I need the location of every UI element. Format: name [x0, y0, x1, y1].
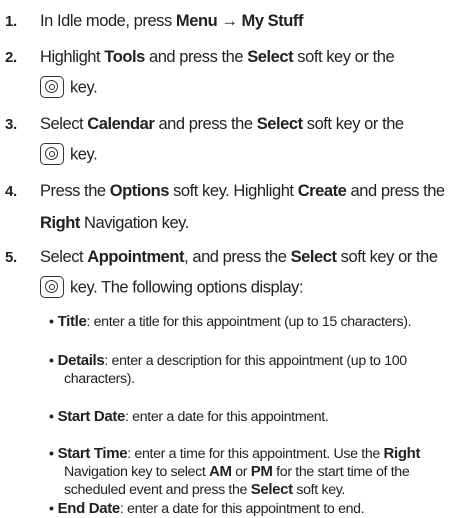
option-item-continuation: scheduled event and press the Select sof…: [64, 481, 345, 499]
text-run: Select: [40, 115, 88, 133]
text-run: In Idle mode, press: [40, 12, 176, 30]
emphasis-term: PM: [250, 463, 273, 480]
text-run: key. The following options display:: [70, 278, 304, 297]
bullet-icon: •: [49, 446, 54, 462]
emphasis-term: Right: [40, 214, 80, 232]
step-number: 1.: [5, 13, 17, 30]
option-item: • Details: enter a description for this a…: [49, 352, 407, 370]
emphasis-term: Tools: [104, 48, 145, 66]
step-line: Highlight Tools and press the Select sof…: [40, 47, 395, 67]
step-line: key.: [40, 76, 98, 99]
bullet-icon: •: [49, 353, 54, 369]
text-run: soft key or the: [302, 115, 404, 133]
text-run: : enter a time for this appointment. Use…: [127, 446, 384, 462]
text-run: or: [231, 464, 251, 480]
step-line: key. The following options display:: [40, 276, 304, 299]
text-run: : enter a date for this appointment to e…: [119, 501, 365, 517]
step-number: 3.: [5, 116, 17, 133]
step-number: 4.: [5, 183, 17, 200]
step-number: 5.: [5, 249, 17, 266]
emphasis-term: Title: [57, 313, 87, 330]
text-run: key.: [70, 78, 98, 97]
text-run: and press the: [346, 182, 446, 200]
step-line: Press the Options soft key. Highlight Cr…: [40, 181, 445, 201]
emphasis-term: Options: [109, 182, 170, 200]
emphasis-term: Start Date: [57, 408, 126, 425]
instruction-page: 1. In Idle mode, press Menu → My Stuff 2. H…: [0, 0, 470, 517]
step-line: Select Calendar and press the Select sof…: [40, 114, 404, 134]
text-run: Select: [40, 248, 88, 266]
text-run: and press the: [154, 115, 257, 133]
text-run: Press the: [40, 182, 110, 200]
select-key-icon: [40, 276, 64, 298]
text-run: for the start time of the: [272, 464, 410, 480]
emphasis-term: End Date: [57, 500, 121, 517]
option-item: • Start Time: enter a time for this appoi…: [49, 445, 420, 463]
text-run: : enter a date for this appointment.: [124, 409, 329, 425]
option-item: • End Date: enter a date for this appoint…: [49, 500, 365, 518]
text-run: : enter a title for this appointment (up…: [86, 314, 412, 330]
text-run: : enter a description for this appointme…: [104, 353, 407, 369]
text-run: , and press the: [184, 248, 291, 266]
option-item: • Title: enter a title for this appointme…: [49, 313, 412, 331]
step-line: key.: [40, 143, 98, 166]
emphasis-term: Select: [250, 481, 293, 498]
text-run: and press the: [144, 48, 248, 66]
select-key-icon: [40, 143, 64, 165]
step-line: Select Appointment, and press the Select…: [40, 247, 438, 267]
emphasis-term: My Stuff: [241, 12, 304, 30]
emphasis-term: Menu: [175, 12, 218, 30]
emphasis-term: Select: [290, 248, 337, 266]
emphasis-term: →: [217, 12, 242, 30]
emphasis-term: Select: [247, 48, 294, 66]
text-run: Navigation key.: [79, 214, 189, 232]
bullet-icon: •: [49, 501, 54, 517]
option-item: • Start Date: enter a date for this appoi…: [49, 408, 329, 426]
emphasis-term: Appointment: [87, 248, 185, 266]
bullet-icon: •: [49, 314, 54, 330]
text-run: soft key. Highlight: [168, 182, 298, 200]
option-item-continuation: Navigation key to select AM or PM for th…: [64, 463, 410, 481]
text-run: characters).: [64, 371, 135, 387]
text-run: Highlight: [40, 48, 105, 66]
step-number: 2.: [5, 49, 17, 66]
emphasis-term: Select: [256, 115, 303, 133]
bullet-icon: •: [49, 409, 54, 425]
text-run: soft key or the: [293, 48, 395, 66]
emphasis-term: Start Time: [57, 445, 128, 462]
text-run: Navigation key to select: [64, 464, 210, 480]
step-line: Right Navigation key.: [40, 213, 189, 233]
emphasis-term: Details: [57, 352, 105, 369]
select-key-icon: [40, 76, 64, 98]
text-run: soft key or the: [336, 248, 438, 266]
text-run: key.: [70, 145, 98, 164]
emphasis-term: Right: [383, 445, 421, 462]
option-item-continuation: characters).: [64, 370, 135, 388]
text-run: soft key.: [292, 482, 346, 498]
emphasis-term: Create: [297, 182, 347, 200]
emphasis-term: Calendar: [87, 115, 155, 133]
step-line: In Idle mode, press Menu → My Stuff: [40, 11, 303, 31]
text-run: scheduled event and press the: [64, 482, 251, 498]
emphasis-term: AM: [209, 463, 232, 480]
